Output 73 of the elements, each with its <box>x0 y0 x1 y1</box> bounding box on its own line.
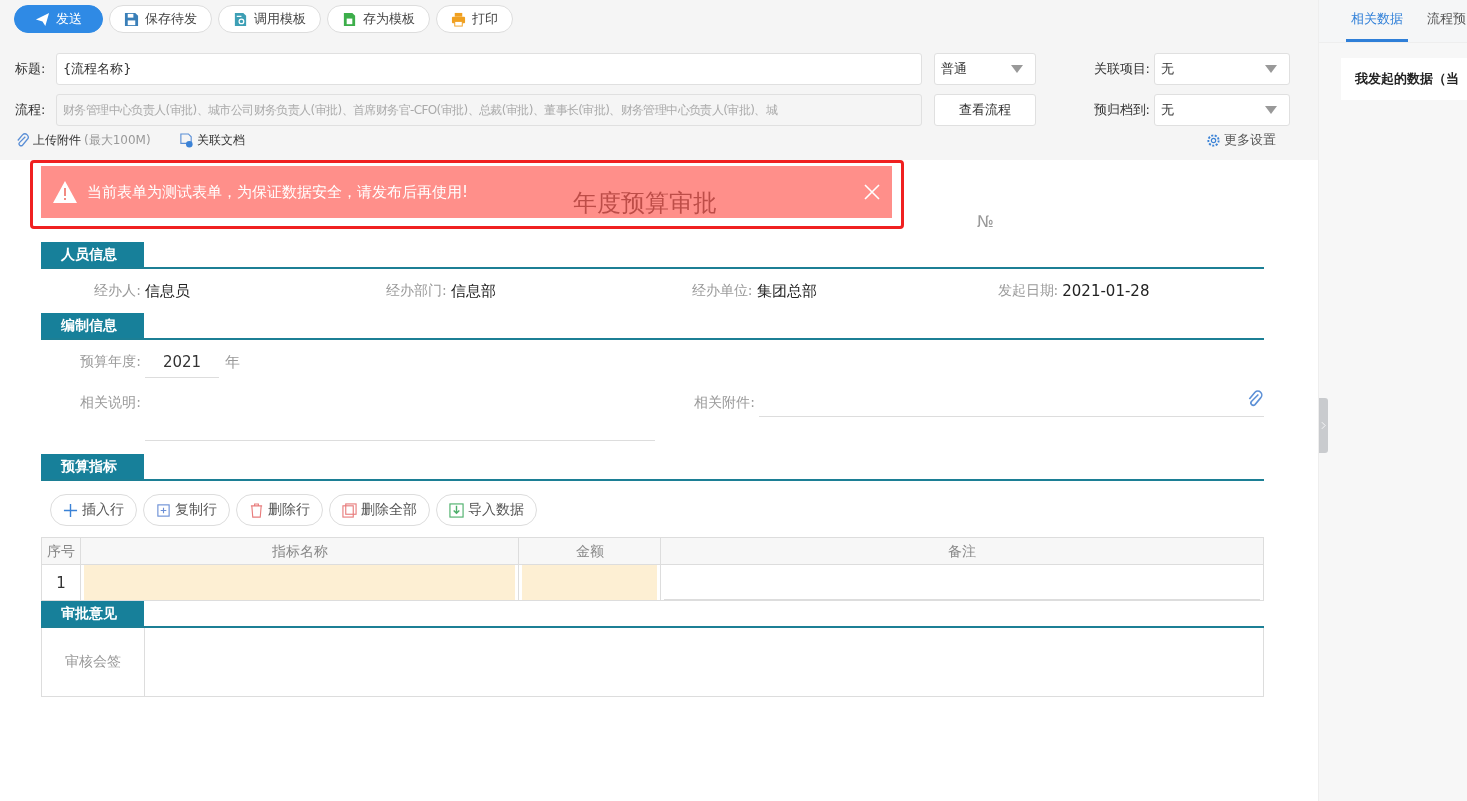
field-label: 经办单位: <box>690 282 754 300</box>
number-sign: № <box>977 212 994 231</box>
paper-plane-icon <box>35 11 50 27</box>
close-icon[interactable] <box>864 184 880 200</box>
section-title: 人员信息 <box>41 242 144 267</box>
field-label: 经办部门: <box>385 282 448 300</box>
caret-icon <box>1265 106 1277 114</box>
import-data-button[interactable]: 导入数据 <box>436 494 537 526</box>
field-label: 经办人: <box>93 282 142 300</box>
caret-icon <box>1011 65 1023 73</box>
chevron-right-icon <box>1321 421 1326 430</box>
field-label: 相关说明: <box>79 394 142 412</box>
column-header: 金额 <box>518 538 660 564</box>
document-icon <box>178 132 194 148</box>
field-label: 预算年度: <box>79 353 142 371</box>
column-header: 备注 <box>660 538 1263 564</box>
import-icon <box>449 502 464 518</box>
column-header: 序号 <box>46 542 76 561</box>
upload-attachment-link[interactable]: 上传附件 (最大100M) <box>15 131 151 149</box>
paperclip-icon <box>15 132 30 148</box>
alert-message: 当前表单为测试表单，为保证数据安全，请发布后再使用! <box>87 182 468 202</box>
related-project-label: 关联项目: <box>1092 60 1150 78</box>
warning-icon <box>53 181 77 203</box>
settings-icon <box>1206 132 1221 148</box>
print-button[interactable]: 打印 <box>436 5 513 33</box>
paperclip-icon[interactable] <box>1246 390 1264 408</box>
archive-label: 预归档到: <box>1092 101 1150 119</box>
plus-square-icon <box>156 502 171 518</box>
flow-field: 财务管理中心负责人(审批)、城市公司财务负责人(审批)、首席财务官-CFO(审批)、总裁(审批)、董事长(审批)、财务管理中心负责人(审批)、城 <box>56 94 922 126</box>
form-title: 年度预算审批 <box>573 188 717 219</box>
field-value: 信息员 <box>145 281 190 301</box>
caret-icon <box>1265 65 1277 73</box>
view-flow-button[interactable]: 查看流程 <box>934 94 1036 126</box>
delete-row-button[interactable]: 删除行 <box>236 494 323 526</box>
card-title: 我发起的数据（当 <box>1355 70 1459 88</box>
related-project-dropdown[interactable]: 无 <box>1154 53 1290 85</box>
archive-dropdown[interactable]: 无 <box>1154 94 1290 126</box>
panel-tab[interactable]: 流程预 <box>1422 0 1467 42</box>
printer-icon <box>451 11 466 27</box>
section-title: 预算指标 <box>41 454 144 479</box>
section-title: 编制信息 <box>41 313 144 338</box>
stacked-squares-icon <box>342 502 357 518</box>
flow-label: 流程: <box>14 101 47 119</box>
row-number: 1 <box>55 572 67 594</box>
document-icon <box>342 11 357 27</box>
save-template-button[interactable]: 存为模板 <box>327 5 430 33</box>
field-value: 2021-01-28 <box>1062 282 1150 300</box>
section-title: 审批意见 <box>41 601 144 626</box>
collapse-handle[interactable] <box>1319 398 1328 453</box>
plus-icon <box>63 502 78 518</box>
more-settings-link[interactable]: 更多设置 <box>1206 131 1276 149</box>
column-header: 指标名称 <box>80 538 518 564</box>
field-label: 相关附件: <box>693 394 756 412</box>
panel-tab[interactable]: 相关数据 <box>1346 0 1408 42</box>
title-field[interactable]: {流程名称} <box>56 53 922 85</box>
delete-all-button[interactable]: 删除全部 <box>329 494 430 526</box>
cell-input-field[interactable] <box>522 565 657 600</box>
title-label: 标题: <box>14 60 47 78</box>
send-button[interactable]: 发送 <box>14 5 103 33</box>
document-search-icon <box>233 11 248 27</box>
insert-row-button[interactable]: 插入行 <box>50 494 137 526</box>
use-template-button[interactable]: 调用模板 <box>218 5 321 33</box>
field-value: 信息部 <box>450 281 496 301</box>
priority-dropdown[interactable]: 普通 <box>934 53 1036 85</box>
copy-row-button[interactable]: 复制行 <box>143 494 230 526</box>
year-field[interactable]: 2021 <box>145 346 219 378</box>
cell-input-field[interactable] <box>84 565 515 600</box>
field-value: 集团总部 <box>756 281 817 301</box>
unit-label: 年 <box>225 352 240 372</box>
save-draft-button[interactable]: 保存待发 <box>109 5 212 33</box>
trash-icon <box>249 502 264 518</box>
field-label: 发起日期: <box>996 282 1060 300</box>
related-documents-link[interactable]: 关联文档 <box>178 131 245 149</box>
